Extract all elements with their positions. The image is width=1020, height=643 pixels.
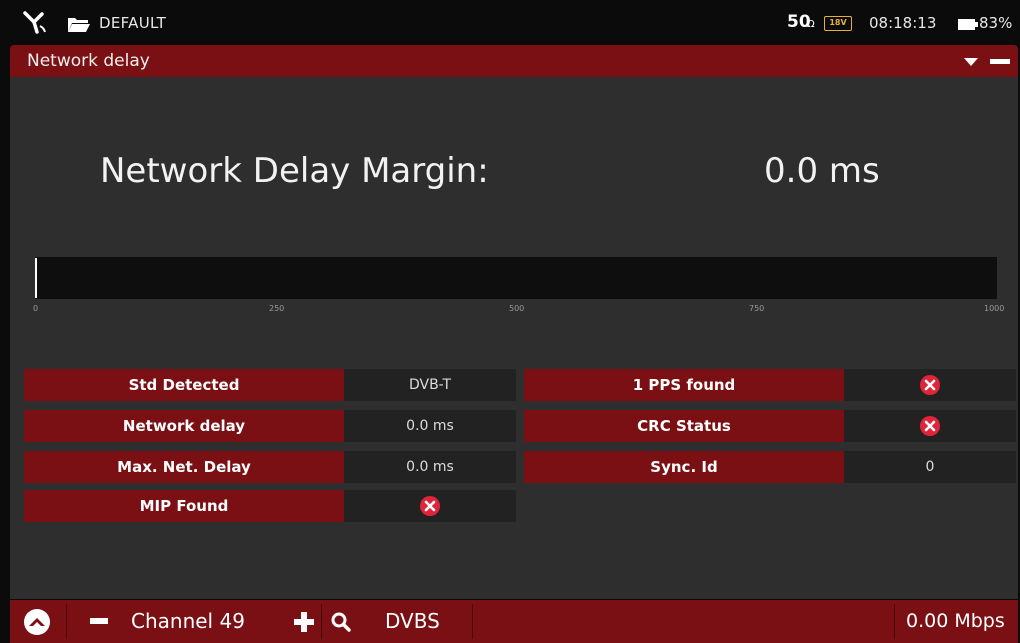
dropdown-icon[interactable] xyxy=(964,57,978,67)
battery-percent: 83% xyxy=(979,14,1013,32)
network-delay-panel: Network Delay Margin: 0.0 ms 0 250 500 7… xyxy=(10,77,1018,599)
battery-icon xyxy=(958,19,978,30)
standard-label[interactable]: DVBS xyxy=(385,609,440,633)
bar-tick-0: 0 xyxy=(33,304,39,313)
toolbar-separator xyxy=(66,604,67,639)
bar-tick-1000: 1000 xyxy=(984,304,1005,313)
row-std-detected: Std Detected DVB-T xyxy=(24,369,516,401)
row-value xyxy=(844,369,1016,401)
row-label: 1 PPS found xyxy=(524,369,844,401)
channel-label[interactable]: Channel 49 xyxy=(131,609,245,633)
row-crc-status: CRC Status xyxy=(524,410,1016,442)
delay-bar xyxy=(35,257,997,299)
bottom-toolbar: Channel 49 DVBS 0.00 Mbps xyxy=(10,600,1018,643)
search-icon[interactable] xyxy=(331,612,351,632)
minus-icon[interactable] xyxy=(90,618,108,624)
minimize-icon[interactable] xyxy=(990,59,1010,64)
home-icon[interactable] xyxy=(24,609,50,635)
status-bar: DEFAULT 50 Ω 18V 08:18:13 83% xyxy=(10,10,1018,44)
row-network-delay: Network delay 0.0 ms xyxy=(24,410,516,442)
bar-tick-750: 750 xyxy=(749,304,765,313)
row-value: DVB-T xyxy=(344,369,516,401)
row-value xyxy=(844,410,1016,442)
window-title: Network delay xyxy=(27,51,150,71)
folder-icon[interactable] xyxy=(67,15,91,33)
satellite-icon[interactable] xyxy=(22,10,48,36)
row-sync-id: Sync. Id 0 xyxy=(524,451,1016,483)
delay-margin-label: Network Delay Margin: xyxy=(100,151,489,191)
bitrate-readout: 0.00 Mbps xyxy=(906,610,1005,632)
fail-x-icon xyxy=(920,375,940,395)
clock: 08:18:13 xyxy=(869,14,937,32)
profile-name[interactable]: DEFAULT xyxy=(99,14,166,32)
fail-x-icon xyxy=(920,416,940,436)
row-value: 0 xyxy=(844,451,1016,483)
plus-icon[interactable] xyxy=(294,612,314,632)
row-label: Std Detected xyxy=(24,369,344,401)
row-value: 0.0 ms xyxy=(344,410,516,442)
delay-bar-marker xyxy=(35,258,37,298)
window-titlebar: Network delay xyxy=(10,45,1018,77)
delay-margin-value: 0.0 ms xyxy=(764,151,880,191)
row-mip-found: MIP Found xyxy=(24,490,516,522)
bar-tick-500: 500 xyxy=(509,304,525,313)
row-1pps-found: 1 PPS found xyxy=(524,369,1016,401)
toolbar-separator xyxy=(472,604,473,639)
row-label: Sync. Id xyxy=(524,451,844,483)
voltage-badge: 18V xyxy=(824,16,852,31)
row-label: MIP Found xyxy=(24,490,344,522)
row-label: CRC Status xyxy=(524,410,844,442)
row-label: Network delay xyxy=(24,410,344,442)
row-value: 0.0 ms xyxy=(344,451,516,483)
row-label: Max. Net. Delay xyxy=(24,451,344,483)
row-value xyxy=(344,490,516,522)
toolbar-separator xyxy=(321,604,322,639)
toolbar-separator xyxy=(894,604,895,639)
fail-x-icon xyxy=(420,496,440,516)
impedance-unit: Ω xyxy=(807,19,815,30)
row-max-net-delay: Max. Net. Delay 0.0 ms xyxy=(24,451,516,483)
bar-tick-250: 250 xyxy=(269,304,285,313)
